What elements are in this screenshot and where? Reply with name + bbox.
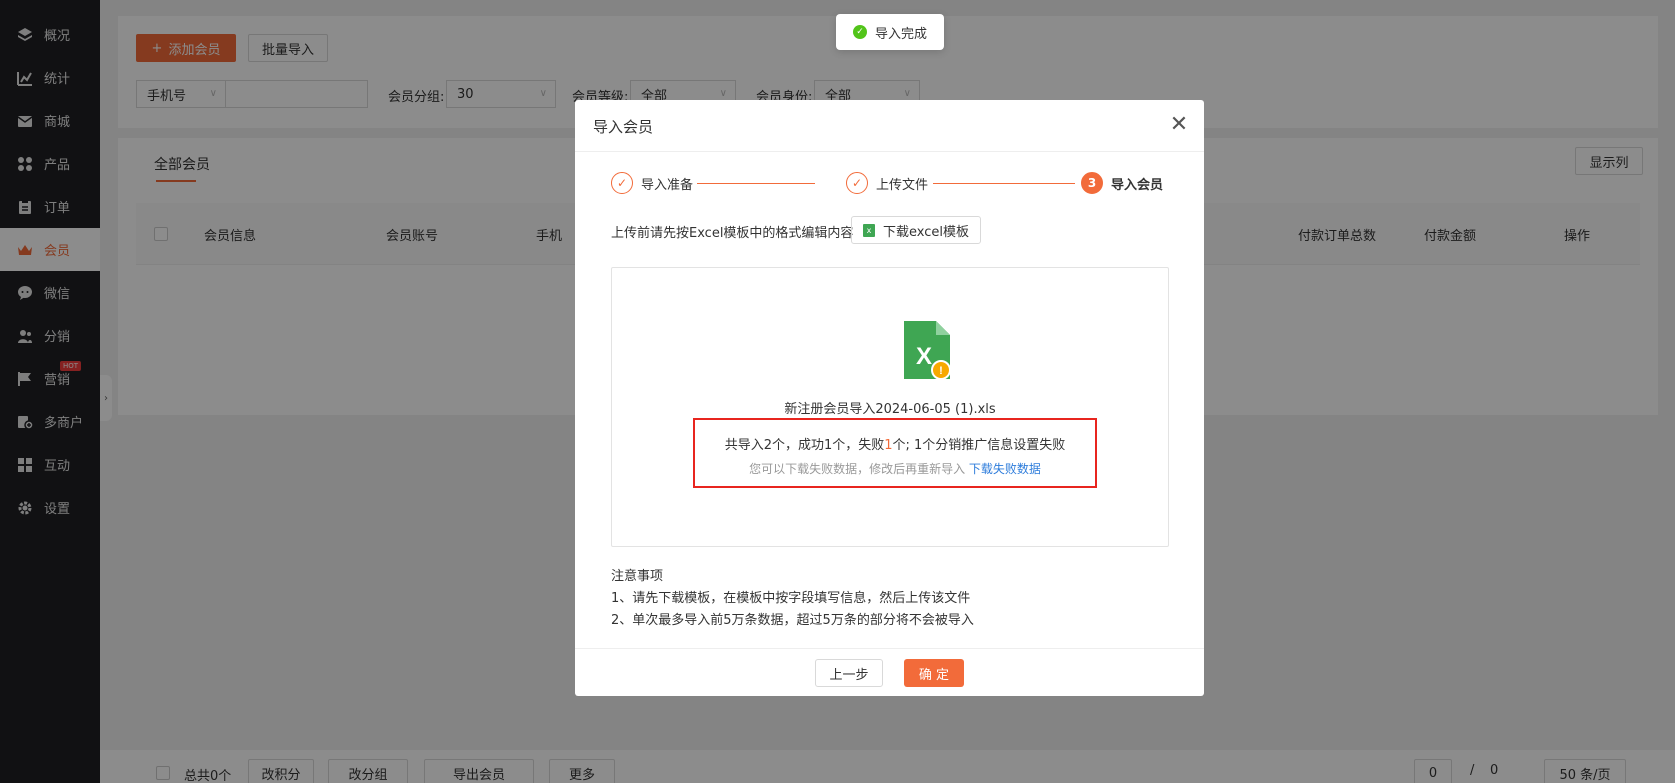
check-icon: ✓ (611, 172, 633, 194)
close-icon[interactable]: ✕ (1168, 114, 1190, 136)
step-upload-file: ✓ 上传文件 (846, 172, 928, 194)
template-tip: 上传前请先按Excel模板中的格式编辑内容 (611, 226, 854, 241)
success-toast: ✓ 导入完成 (836, 14, 944, 50)
import-result-hint: 您可以下载失败数据，修改后再重新导入 下载失败数据 (749, 462, 1041, 476)
download-failed-data-link[interactable]: 下载失败数据 (969, 462, 1041, 476)
excel-icon: x (863, 223, 875, 237)
dialog-title: 导入会员 (593, 118, 654, 136)
excel-file-warning-icon: X ! (904, 321, 950, 379)
import-members-dialog: 导入会员 ✕ ✓ 导入准备 ✓ 上传文件 3 导入会员 上传前请先按Excel模… (575, 100, 1204, 696)
download-template-button[interactable]: x 下载excel模板 (851, 216, 981, 244)
import-result-highlight: 共导入2个，成功1个，失败1个; 1个分销推广信息设置失败 您可以下载失败数据，… (693, 418, 1097, 488)
dialog-header: 导入会员 ✕ (575, 100, 1204, 152)
step-connector (697, 183, 815, 184)
prev-step-button[interactable]: 上一步 (815, 659, 883, 687)
svg-text:!: ! (939, 365, 943, 377)
note-item: 2、单次最多导入前5万条数据，超过5万条的部分将不会被导入 (611, 613, 974, 628)
svg-text:X: X (916, 343, 932, 370)
check-icon: ✓ (846, 172, 868, 194)
check-circle-icon: ✓ (852, 25, 867, 39)
step-import-members: 3 导入会员 (1081, 172, 1163, 194)
note-item: 1、请先下载模板，在模板中按字段填写信息，然后上传该文件 (611, 591, 971, 606)
dialog-footer: 上一步 确 定 (575, 648, 1204, 696)
step-connector (933, 183, 1075, 184)
upload-result-box: X ! 新注册会员导入2024-06-05 (1).xls 共导入2个，成功1个… (611, 267, 1169, 547)
confirm-button[interactable]: 确 定 (904, 659, 964, 687)
step-number: 3 (1081, 172, 1103, 194)
notes-title: 注意事项 (611, 569, 664, 584)
fail-count: 1 (884, 438, 893, 453)
uploaded-file-name: 新注册会员导入2024-06-05 (1).xls (784, 402, 996, 417)
step-import-prep: ✓ 导入准备 (611, 172, 693, 194)
import-result-summary: 共导入2个，成功1个，失败1个; 1个分销推广信息设置失败 (724, 438, 1066, 453)
